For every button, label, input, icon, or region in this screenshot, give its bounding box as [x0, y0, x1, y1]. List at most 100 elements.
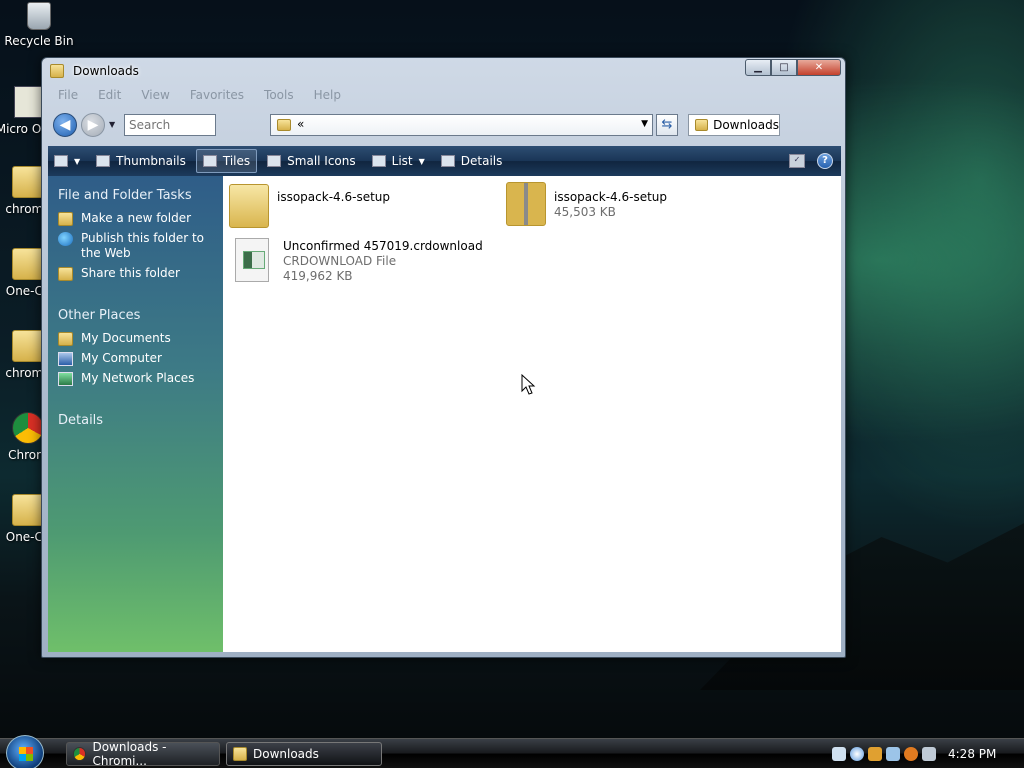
computer-icon — [58, 352, 73, 366]
place-my-documents[interactable]: My Documents — [58, 331, 213, 346]
menu-tools[interactable]: Tools — [254, 86, 304, 106]
new-folder-icon — [58, 212, 73, 226]
list-icon — [371, 155, 386, 167]
folder-icon — [695, 119, 709, 131]
close-button[interactable]: ✕ — [797, 59, 841, 76]
places-header[interactable]: Other Places — [58, 308, 213, 323]
file-kind: CRDOWNLOAD File — [283, 254, 397, 268]
place-label: My Computer — [81, 351, 162, 365]
task-label: Share this folder — [81, 266, 180, 280]
place-label: My Network Places — [81, 371, 195, 385]
back-button[interactable]: ◀ — [53, 113, 77, 137]
taskbar-item-downloads[interactable]: Downloads — [226, 742, 382, 766]
place-my-computer[interactable]: My Computer — [58, 351, 213, 366]
view-label: Details — [460, 154, 503, 168]
file-item[interactable]: issopack-4.6-setup 45,503 KB — [506, 182, 667, 226]
documents-icon — [58, 332, 73, 346]
search-icon[interactable] — [904, 747, 918, 761]
file-list: issopack-4.6-setup issopack-4.6-setup 45… — [223, 176, 841, 652]
address-text: « — [297, 117, 305, 131]
clock[interactable]: 4:28 PM — [948, 747, 996, 761]
taskbar-item-chrome[interactable]: Downloads - Chromi... — [66, 740, 220, 768]
layout-button[interactable]: ▼ — [48, 149, 86, 173]
recycle-bin-icon — [27, 2, 51, 30]
task-publish-folder[interactable]: Publish this folder to the Web — [58, 231, 213, 261]
folder-icon — [50, 64, 64, 78]
system-tray: 4:28 PM — [824, 739, 1024, 768]
language-bar-icon[interactable] — [832, 747, 846, 761]
chevron-down-icon: ▼ — [418, 156, 425, 166]
maximize-button[interactable]: □ — [771, 59, 797, 76]
folder-icon — [12, 248, 44, 280]
zip-folder-icon — [506, 182, 546, 226]
menu-edit[interactable]: Edit — [88, 86, 131, 106]
folder-icon — [233, 747, 247, 761]
publish-web-icon — [58, 232, 73, 246]
menu-help[interactable]: Help — [304, 86, 351, 106]
task-label: Make a new folder — [81, 211, 192, 225]
view-label: Small Icons — [287, 154, 356, 168]
help-icon[interactable]: ? — [817, 153, 833, 169]
file-item[interactable]: issopack-4.6-setup — [229, 184, 390, 228]
desktop-icon-label: Recycle Bin — [4, 34, 74, 48]
task-label: Downloads - Chromi... — [92, 740, 167, 768]
title-bar[interactable]: Downloads ▁ □ ✕ — [42, 58, 845, 86]
explorer-window: Downloads ▁ □ ✕ File Edit View Favorites… — [41, 57, 846, 658]
refresh-button[interactable]: ⇆ — [656, 114, 678, 136]
tasks-header[interactable]: File and Folder Tasks — [58, 188, 213, 203]
minimize-button[interactable]: ▁ — [745, 59, 771, 76]
address-dropdown-icon[interactable]: ▼ — [641, 119, 648, 129]
security-shield-icon[interactable] — [868, 747, 882, 761]
view-toolbar: ▼ Thumbnails Tiles Small Icons List ▼ De… — [48, 146, 841, 176]
volume-icon[interactable] — [922, 747, 936, 761]
task-share-folder[interactable]: Share this folder — [58, 266, 213, 281]
details-header[interactable]: Details — [58, 413, 213, 428]
file-size: 45,503 KB — [554, 205, 616, 219]
network-icon[interactable] — [886, 747, 900, 761]
file-icon — [235, 238, 269, 282]
view-label: Tiles — [222, 154, 251, 168]
caption-buttons: ▁ □ ✕ — [745, 59, 841, 76]
folder-icon — [229, 184, 269, 228]
search-input[interactable] — [124, 114, 216, 136]
place-label: My Documents — [81, 331, 171, 345]
folder-icon — [277, 119, 291, 131]
forward-button[interactable]: ▶ — [81, 113, 105, 137]
start-button[interactable] — [6, 735, 44, 768]
file-item[interactable]: Unconfirmed 457019.crdownload CRDOWNLOAD… — [235, 238, 483, 284]
task-pane: File and Folder Tasks Make a new folder … — [48, 176, 223, 652]
address-bar[interactable]: « ▼ — [270, 114, 653, 136]
view-tiles-button[interactable]: Tiles — [195, 149, 258, 173]
tiles-icon — [202, 155, 217, 167]
thumbnails-icon — [96, 155, 111, 167]
navigation-bar: ◀ ▶ ▼ « ▼ ⇆ Downloads — [48, 108, 839, 140]
chrome-tray-icon[interactable] — [850, 747, 864, 761]
chrome-icon — [73, 747, 87, 761]
task-make-new-folder[interactable]: Make a new folder — [58, 211, 213, 226]
place-my-network[interactable]: My Network Places — [58, 371, 213, 386]
window-title: Downloads — [73, 64, 139, 78]
folder-icon — [12, 330, 44, 362]
task-label: Downloads — [253, 747, 319, 761]
task-label: Publish this folder to the Web — [81, 231, 204, 260]
layout-icon — [54, 155, 68, 167]
mouse-cursor-icon — [521, 374, 536, 395]
details-icon — [440, 155, 455, 167]
burn-icon[interactable]: ✓ — [789, 154, 805, 168]
menu-bar: File Edit View Favorites Tools Help — [48, 86, 351, 106]
view-list-button[interactable]: List ▼ — [366, 149, 431, 173]
history-dropdown-icon[interactable]: ▼ — [109, 120, 115, 129]
menu-view[interactable]: View — [131, 86, 179, 106]
chrome-icon — [12, 412, 44, 444]
menu-favorites[interactable]: Favorites — [180, 86, 254, 106]
view-thumbnails-button[interactable]: Thumbnails — [90, 149, 192, 173]
view-label: Thumbnails — [116, 154, 186, 168]
view-small-icons-button[interactable]: Small Icons — [261, 149, 361, 173]
desktop-icon-recycle-bin[interactable]: Recycle Bin — [0, 2, 79, 48]
view-label: List — [391, 154, 413, 168]
file-name: Unconfirmed 457019.crdownload — [283, 239, 483, 253]
breadcrumb[interactable]: Downloads — [688, 114, 780, 136]
view-details-button[interactable]: Details — [435, 149, 509, 173]
menu-file[interactable]: File — [48, 86, 88, 106]
file-size: 419,962 KB — [283, 269, 353, 283]
